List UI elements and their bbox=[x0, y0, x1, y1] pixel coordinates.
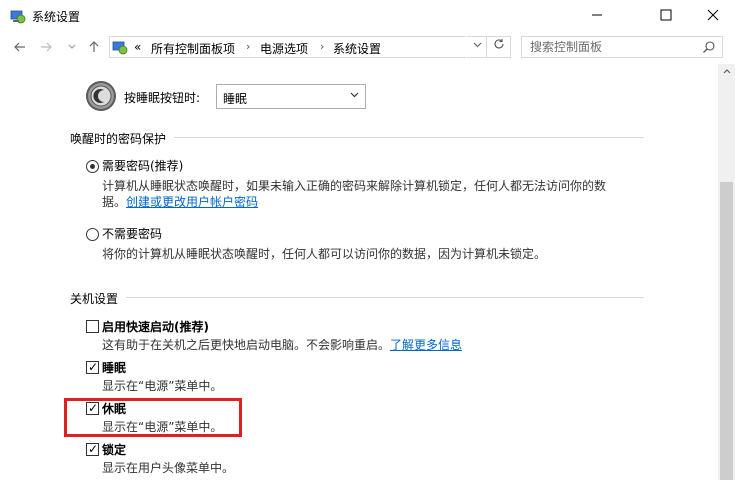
change-password-link[interactable]: 创建或更改用户帐户密码 bbox=[126, 193, 258, 210]
breadcrumb-separator[interactable]: › bbox=[246, 40, 250, 53]
no-password-label[interactable]: 不需要密码 bbox=[102, 225, 162, 242]
breadcrumb-system-settings[interactable]: 系统设置 bbox=[333, 40, 381, 57]
forward-arrow-icon bbox=[41, 42, 52, 52]
chevron-down-icon bbox=[68, 44, 76, 49]
password-section-title: 唤醒时的密码保护 bbox=[70, 130, 175, 147]
fast-startup-label[interactable]: 启用快速启动(推荐) bbox=[102, 318, 209, 335]
shutdown-section-title: 关机设置 bbox=[70, 290, 127, 307]
chevron-down-icon bbox=[350, 90, 359, 102]
window-title: 系统设置 bbox=[32, 10, 81, 24]
no-password-radio[interactable] bbox=[86, 228, 99, 241]
sleep-checkbox[interactable]: ✓ bbox=[86, 360, 99, 374]
require-password-desc: 计算机从睡眠状态唤醒时，如果未输入正确的密码来解除计算机锁定，任何人都无法访问你… bbox=[102, 179, 607, 193]
learn-more-link[interactable]: 了解更多信息 bbox=[390, 336, 462, 353]
radio-selected-dot bbox=[90, 164, 95, 169]
minimize-icon bbox=[592, 14, 602, 16]
scroll-up-button[interactable] bbox=[718, 64, 735, 81]
up-arrow-icon bbox=[89, 41, 99, 52]
minimize-button[interactable] bbox=[574, 0, 620, 30]
sleep-button-select[interactable]: 睡眠 bbox=[216, 84, 366, 109]
check-icon: ✓ bbox=[88, 360, 99, 374]
title-bar bbox=[0, 0, 735, 32]
lock-desc: 显示在用户头像菜单中。 bbox=[102, 461, 235, 475]
check-icon: ✓ bbox=[88, 442, 99, 456]
up-button[interactable] bbox=[86, 40, 102, 56]
forward-button[interactable] bbox=[38, 40, 54, 56]
require-password-radio[interactable] bbox=[86, 160, 99, 173]
breadcrumb-overflow[interactable]: « bbox=[134, 40, 141, 54]
search-input[interactable] bbox=[522, 37, 700, 57]
sleep-desc: 显示在“电源”菜单中。 bbox=[102, 379, 223, 393]
refresh-icon bbox=[493, 39, 504, 49]
no-password-desc: 将你的计算机从睡眠状态唤醒时，任何人都可以访问你的数据，因为计算机未锁定。 bbox=[102, 247, 547, 261]
control-panel-icon bbox=[10, 10, 26, 24]
fast-startup-desc: 这有助于在关机之后更快地启动电脑。不会影响重启。 bbox=[102, 338, 391, 352]
scrollbar-thumb[interactable] bbox=[720, 182, 733, 480]
breadcrumb-all-items[interactable]: 所有控制面板项 bbox=[151, 40, 235, 57]
maximize-button[interactable] bbox=[643, 0, 689, 30]
lock-label[interactable]: 锁定 bbox=[102, 441, 126, 458]
sleep-label[interactable]: 睡眠 bbox=[102, 359, 126, 376]
lock-checkbox[interactable]: ✓ bbox=[86, 442, 99, 456]
require-password-label[interactable]: 需要密码(推荐) bbox=[102, 157, 183, 174]
close-icon bbox=[707, 9, 719, 21]
address-dropdown-button[interactable] bbox=[466, 36, 487, 58]
section-divider bbox=[70, 297, 644, 298]
fast-startup-checkbox[interactable] bbox=[86, 320, 99, 333]
search-icon[interactable] bbox=[702, 40, 716, 54]
search-box[interactable] bbox=[521, 36, 723, 58]
back-button[interactable] bbox=[12, 40, 28, 56]
chevron-up-icon bbox=[723, 69, 730, 74]
sleep-button-value: 睡眠 bbox=[223, 92, 248, 106]
require-password-desc-cont: 据。 bbox=[102, 195, 127, 209]
back-arrow-icon bbox=[14, 42, 25, 52]
breadcrumb-power-options[interactable]: 电源选项 bbox=[260, 40, 308, 57]
chevron-down-icon bbox=[473, 42, 481, 48]
maximize-icon bbox=[660, 9, 672, 21]
refresh-button[interactable] bbox=[486, 36, 510, 58]
hibernate-highlight-box bbox=[64, 398, 242, 437]
close-button[interactable] bbox=[690, 0, 735, 30]
power-button-icon bbox=[86, 81, 116, 111]
sleep-button-label: 按睡眠按钮时: bbox=[124, 91, 201, 105]
control-panel-icon bbox=[112, 41, 128, 55]
recent-locations-button[interactable] bbox=[64, 40, 80, 56]
breadcrumb-separator[interactable]: › bbox=[320, 40, 324, 53]
